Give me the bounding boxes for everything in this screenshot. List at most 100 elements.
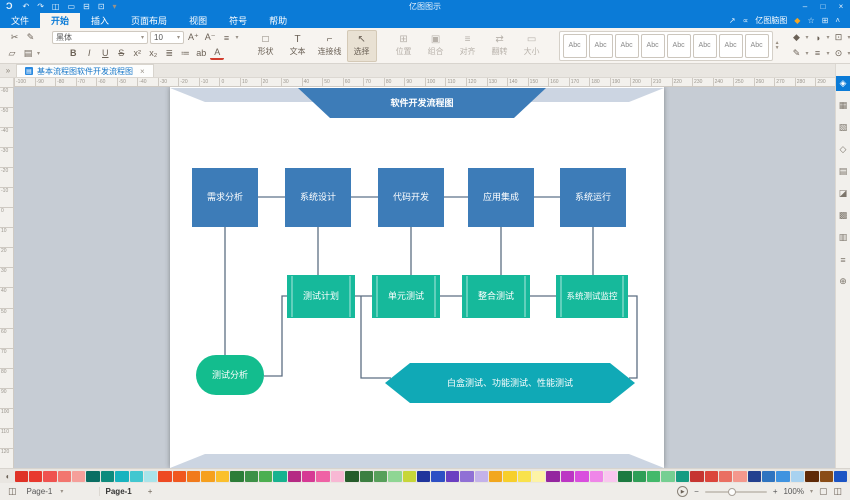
minimize-button[interactable]: – [796,0,814,13]
color-swatch[interactable] [431,471,444,482]
zoom-slider-thumb[interactable] [728,488,736,496]
color-swatch[interactable] [115,471,128,482]
strikethrough-button[interactable]: S [114,46,128,60]
star-icon[interactable]: ☆ [807,16,814,25]
format-panel-icon[interactable]: ◈ [836,76,850,91]
font-color-icon[interactable]: A [210,46,224,60]
drawing-canvas[interactable]: 软件开发流程图 [14,87,835,468]
color-swatch[interactable] [590,471,603,482]
color-swatch[interactable] [676,471,689,482]
redo-icon[interactable]: ↷ [33,0,48,13]
outline-panel-icon[interactable]: ≡ [836,252,850,267]
color-swatch[interactable] [647,471,660,482]
table-panel-icon[interactable]: ▩ [836,208,850,223]
color-swatch[interactable] [15,471,28,482]
color-swatch[interactable] [230,471,243,482]
send-icon[interactable]: ↗ [729,16,736,25]
color-swatch[interactable] [618,471,631,482]
color-swatch[interactable] [288,471,301,482]
text-align-icon[interactable]: ≡ [220,31,234,45]
color-swatch[interactable] [805,471,818,482]
menu-tab-insert[interactable]: 插入 [80,13,120,28]
fit-window-icon[interactable]: ⊕ [836,274,850,289]
bullet-list-icon[interactable]: ≔ [178,46,192,60]
document-tab[interactable]: ▤ 基本流程图软件开发流程图 × [16,64,154,77]
page-tab[interactable]: Page-1 [99,487,138,496]
color-swatch[interactable] [762,471,775,482]
color-swatch[interactable] [43,471,56,482]
decrease-font-icon[interactable]: A⁻ [203,31,218,45]
format-painter-icon[interactable]: ✎ [24,31,38,45]
cut-icon[interactable]: ✂ [8,31,22,45]
color-swatch[interactable] [532,471,545,482]
align-button[interactable]: ≡ 对齐 [453,30,483,62]
fullscreen-icon[interactable]: ▢ [819,486,828,497]
premium-badge[interactable]: 亿图脑图 [755,15,787,26]
gallery-scroll[interactable]: ▲ ▼ [773,41,780,51]
color-swatch[interactable] [475,471,488,482]
color-swatch[interactable] [791,471,804,482]
color-swatch[interactable] [518,471,531,482]
color-swatch[interactable] [144,471,157,482]
copy-icon[interactable]: ▱ [5,46,19,60]
color-swatch[interactable] [748,471,761,482]
add-page-button[interactable]: + [144,487,157,496]
page-selector[interactable]: Page-1 ▾ [23,487,93,496]
color-swatch[interactable] [173,471,186,482]
font-family-select[interactable]: 黑体▾ [52,31,148,44]
export-panel-icon[interactable]: ▥ [836,230,850,245]
zoom-out-button[interactable]: − [694,487,699,496]
quickbar-dropdown-icon[interactable]: ▾ [108,0,120,13]
align-dropdown-icon[interactable]: ▾ [236,34,239,41]
font-size-select[interactable]: 10▾ [150,31,184,44]
close-tab-icon[interactable]: × [140,67,145,76]
color-swatch[interactable] [360,471,373,482]
line-spacing-icon[interactable]: ≣ [162,46,176,60]
select-tool-button[interactable]: ↖ 选择 [347,30,377,62]
fit-page-icon[interactable]: ◫ [833,486,842,497]
color-swatch[interactable] [316,471,329,482]
color-swatch[interactable] [705,471,718,482]
color-swatch[interactable] [690,471,703,482]
line-style-icon[interactable]: ≡ [811,46,825,60]
color-swatch[interactable] [460,471,473,482]
apps-grid-icon[interactable]: ⊞ [822,16,829,25]
color-swatch[interactable] [820,471,833,482]
style-gallery[interactable]: AbcAbcAbcAbcAbcAbcAbcAbc [559,31,773,61]
menu-tab-symbols[interactable]: 符号 [218,13,258,28]
color-swatch[interactable] [719,471,732,482]
color-swatch[interactable] [834,471,847,482]
connector-tool-button[interactable]: ⌐ 连接线 [315,30,345,62]
shadow-icon[interactable]: ◑ [811,31,825,45]
color-swatch[interactable] [187,471,200,482]
share-icon[interactable]: ∝ [743,16,749,25]
color-swatch[interactable] [503,471,516,482]
print-icon[interactable]: ⊟ [79,0,94,13]
color-swatch[interactable] [58,471,71,482]
gallery-scroll-down-icon[interactable]: ▼ [775,46,780,51]
line-color-icon[interactable]: ✎ [790,46,804,60]
shape-tool-button[interactable]: □ 形状 [251,30,281,62]
symbol-library-icon[interactable]: ▦ [836,98,850,113]
style-chip[interactable]: Abc [641,34,665,58]
subscript-button[interactable]: x₂ [146,46,160,60]
chart-panel-icon[interactable]: ◪ [836,186,850,201]
save-icon[interactable]: ◫ [48,0,64,13]
maximize-button[interactable]: □ [814,0,832,13]
zoom-slider[interactable] [705,491,767,493]
menu-tab-view[interactable]: 视图 [178,13,218,28]
lock-icon[interactable]: ⊙ [832,46,846,60]
color-swatch[interactable] [201,471,214,482]
bold-button[interactable]: B [66,46,80,60]
color-swatch[interactable] [29,471,42,482]
notes-panel-icon[interactable]: ▤ [836,164,850,179]
color-swatch[interactable] [273,471,286,482]
position-button[interactable]: ⊞ 位置 [389,30,419,62]
style-chip[interactable]: Abc [693,34,717,58]
color-swatch[interactable] [245,471,258,482]
fill-color-icon[interactable]: ◆ [790,31,804,45]
size-button[interactable]: ▭ 大小 [517,30,547,62]
picture-panel-icon[interactable]: ▧ [836,120,850,135]
color-swatch[interactable] [633,471,646,482]
paste-icon[interactable]: ▤ [21,46,35,60]
